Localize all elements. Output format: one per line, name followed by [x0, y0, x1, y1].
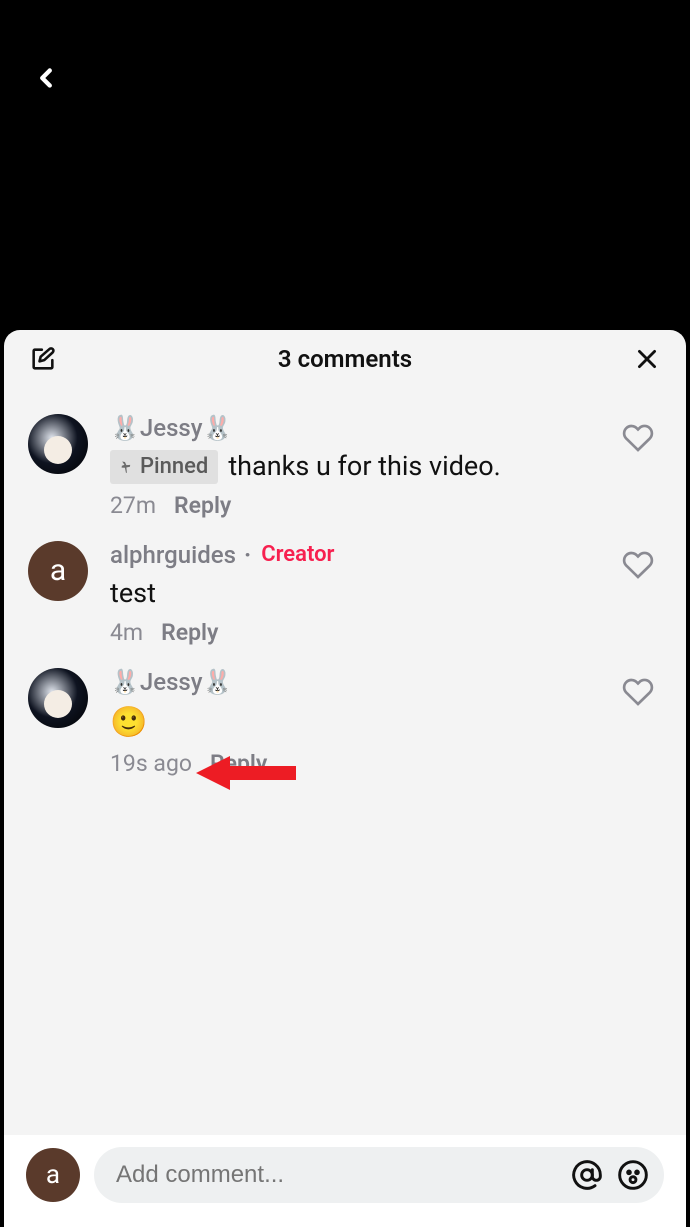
mention-button[interactable]: [570, 1158, 604, 1192]
comment-time: 19s ago: [110, 750, 192, 777]
comment-time: 27m: [110, 492, 156, 519]
edit-button[interactable]: [28, 344, 58, 374]
comments-panel: 3 comments 🐰Jessy🐰 Pinned thanks u for t…: [4, 330, 686, 1227]
avatar-letter: a: [46, 1160, 60, 1190]
comment-content: Pinned thanks u for this video.: [110, 448, 610, 486]
like-button[interactable]: [622, 676, 654, 712]
reply-button[interactable]: Reply: [174, 492, 231, 519]
comment-meta: 27m Reply: [110, 492, 610, 519]
reply-button[interactable]: Reply: [161, 619, 218, 646]
username-text: alphrguides: [110, 541, 236, 569]
like-button[interactable]: [622, 422, 654, 458]
comment-input-field[interactable]: [94, 1147, 664, 1203]
comment-input[interactable]: [116, 1161, 558, 1189]
close-button[interactable]: [632, 344, 662, 374]
comment-body: 🐰Jessy🐰 🙂 19s ago Reply: [110, 668, 610, 777]
avatar-letter: a: [50, 553, 66, 588]
avatar[interactable]: a: [28, 541, 88, 601]
like-column: [622, 414, 662, 458]
comment-text: test: [110, 575, 156, 613]
panel-title: 3 comments: [278, 345, 412, 373]
comment-item: a alphrguides · Creator test 4m Reply: [4, 529, 686, 656]
video-background: [0, 0, 690, 330]
pinned-label: Pinned: [140, 452, 208, 483]
current-user-avatar[interactable]: a: [26, 1148, 80, 1202]
like-column: [622, 668, 662, 712]
at-icon: [571, 1159, 603, 1191]
edit-icon: [29, 345, 57, 373]
pinned-badge: Pinned: [110, 450, 218, 485]
creator-badge: Creator: [261, 542, 334, 567]
comment-meta: 4m Reply: [110, 619, 610, 646]
like-button[interactable]: [622, 549, 654, 585]
comment-content: test: [110, 575, 610, 613]
comment-username[interactable]: 🐰Jessy🐰: [110, 414, 610, 442]
comment-username[interactable]: alphrguides · Creator: [110, 541, 610, 569]
comment-body: alphrguides · Creator test 4m Reply: [110, 541, 610, 646]
back-button[interactable]: [26, 58, 66, 98]
comment-text: thanks u for this video.: [228, 448, 500, 486]
like-column: [622, 541, 662, 585]
pin-icon: [118, 459, 134, 475]
comment-username[interactable]: 🐰Jessy🐰: [110, 668, 610, 696]
comment-item: 🐰Jessy🐰 🙂 19s ago Reply: [4, 656, 686, 787]
comment-input-bar: a: [4, 1135, 686, 1227]
chevron-left-icon: [31, 63, 61, 93]
comment-body: 🐰Jessy🐰 Pinned thanks u for this video. …: [110, 414, 610, 519]
avatar[interactable]: [28, 668, 88, 728]
username-text: 🐰Jessy🐰: [110, 414, 232, 442]
heart-icon: [622, 549, 654, 581]
panel-header: 3 comments: [4, 330, 686, 388]
comment-content: 🙂: [110, 702, 610, 744]
separator-dot: ·: [244, 541, 251, 569]
close-icon: [634, 346, 660, 372]
heart-icon: [622, 422, 654, 454]
emoji-icon: [617, 1159, 649, 1191]
comments-list[interactable]: 🐰Jessy🐰 Pinned thanks u for this video. …: [4, 388, 686, 1135]
username-text: 🐰Jessy🐰: [110, 668, 232, 696]
comment-time: 4m: [110, 619, 143, 646]
comment-text: 🙂: [110, 702, 147, 744]
reply-button[interactable]: Reply: [210, 750, 267, 777]
heart-icon: [622, 676, 654, 708]
emoji-button[interactable]: [616, 1158, 650, 1192]
comment-item: 🐰Jessy🐰 Pinned thanks u for this video. …: [4, 402, 686, 529]
comment-meta: 19s ago Reply: [110, 750, 610, 777]
avatar[interactable]: [28, 414, 88, 474]
